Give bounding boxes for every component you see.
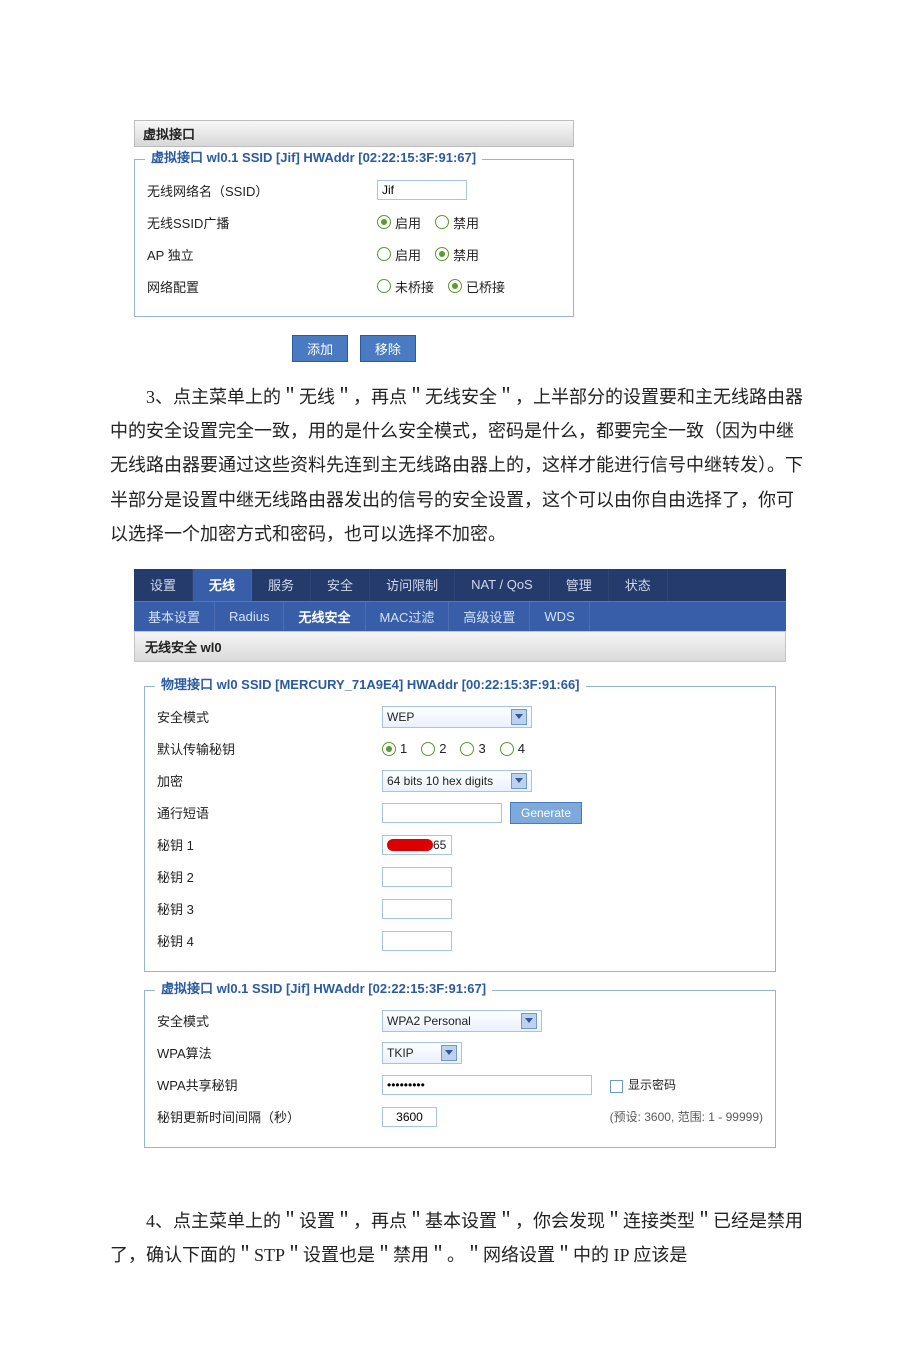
sub-tab-MAC过滤[interactable]: MAC过滤 — [366, 602, 450, 631]
key4-radio[interactable]: 4 — [500, 741, 525, 756]
add-button[interactable]: 添加 — [292, 335, 348, 362]
netcfg-label: 网络配置 — [147, 277, 377, 296]
generate-button[interactable]: Generate — [510, 802, 582, 824]
chevron-down-icon — [521, 1013, 537, 1029]
ssid-label: 无线网络名（SSID） — [147, 181, 377, 200]
wpa-algo-value: TKIP — [387, 1046, 414, 1060]
broadcast-label: 无线SSID广播 — [147, 213, 377, 232]
virt-legend: 虚拟接口 wl0.1 SSID [Jif] HWAddr [02:22:15:3… — [155, 982, 492, 996]
virt-secmode-select[interactable]: WPA2 Personal — [382, 1010, 542, 1032]
show-password-checkbox[interactable]: 显示密码 — [610, 1076, 676, 1093]
key2-radio[interactable]: 2 — [421, 741, 446, 756]
phys-legend: 物理接口 wl0 SSID [MERCURY_71A9E4] HWAddr [0… — [155, 678, 586, 692]
passphrase-input[interactable] — [382, 803, 502, 823]
rekey-hint: (预设: 3600, 范围: 1 - 99999) — [610, 1108, 763, 1125]
netcfg-bridged-radio[interactable]: 已桥接 — [448, 277, 505, 296]
virt-secmode-value: WPA2 Personal — [387, 1014, 471, 1028]
virt-secmode-label: 安全模式 — [157, 1011, 382, 1030]
key3-input[interactable] — [382, 899, 452, 919]
sub-tab-WDS[interactable]: WDS — [530, 602, 589, 631]
secmode-value: WEP — [387, 710, 414, 724]
main-tab-设置[interactable]: 设置 — [134, 569, 193, 601]
wpa-algo-select[interactable]: TKIP — [382, 1042, 462, 1064]
passphrase-label: 通行短语 — [157, 803, 382, 822]
key4-label: 秘钥 4 — [157, 931, 382, 950]
apiso-enable-radio[interactable]: 启用 — [377, 245, 421, 264]
chevron-down-icon — [511, 709, 527, 725]
remove-button[interactable]: 移除 — [360, 335, 416, 362]
main-tab-访问限制[interactable]: 访问限制 — [370, 569, 455, 601]
chevron-down-icon — [511, 773, 527, 789]
main-tab-bar: 设置无线服务安全访问限制NAT / QoS管理状态 — [134, 569, 786, 601]
sub-tab-Radius[interactable]: Radius — [215, 602, 284, 631]
key1-radio[interactable]: 1 — [382, 741, 407, 756]
redacted-icon — [387, 839, 433, 851]
enable-label: 启用 — [395, 213, 421, 232]
sub-tab-无线安全[interactable]: 无线安全 — [284, 602, 365, 631]
broadcast-disable-radio[interactable]: 禁用 — [435, 213, 479, 232]
sub-tab-bar: 基本设置Radius无线安全MAC过滤高级设置WDS — [134, 601, 786, 631]
rekey-label: 秘钥更新时间间隔（秒） — [157, 1107, 382, 1126]
netcfg-unbridged-radio[interactable]: 未桥接 — [377, 277, 434, 296]
disable-label: 禁用 — [453, 213, 479, 232]
chevron-down-icon — [441, 1045, 457, 1061]
section-title: 无线安全 wl0 — [134, 631, 786, 662]
apiso-disable-radio[interactable]: 禁用 — [435, 245, 479, 264]
wpa-psk-label: WPA共享秘钥 — [157, 1075, 382, 1094]
key4-input[interactable] — [382, 931, 452, 951]
virtual-interface-panel: 虚拟接口 虚拟接口 wl0.1 SSID [Jif] HWAddr [02:22… — [134, 120, 574, 362]
key1-input[interactable]: 65 — [382, 835, 452, 855]
secmode-label: 安全模式 — [157, 707, 382, 726]
key3-radio[interactable]: 3 — [460, 741, 485, 756]
ap-isolation-label: AP 独立 — [147, 245, 377, 264]
ssid-input[interactable] — [377, 180, 467, 200]
physical-interface-fieldset: 物理接口 wl0 SSID [MERCURY_71A9E4] HWAddr [0… — [144, 686, 776, 972]
wireless-security-panel: 设置无线服务安全访问限制NAT / QoS管理状态 基本设置Radius无线安全… — [134, 569, 786, 1164]
encryption-value: 64 bits 10 hex digits — [387, 774, 493, 788]
default-key-label: 默认传输秘钥 — [157, 739, 382, 758]
key2-input[interactable] — [382, 867, 452, 887]
panel-header: 虚拟接口 — [134, 120, 574, 147]
sub-tab-高级设置[interactable]: 高级设置 — [449, 602, 530, 631]
encryption-select[interactable]: 64 bits 10 hex digits — [382, 770, 532, 792]
vif-fieldset: 虚拟接口 wl0.1 SSID [Jif] HWAddr [02:22:15:3… — [134, 159, 574, 317]
virtual-interface-security-fieldset: 虚拟接口 wl0.1 SSID [Jif] HWAddr [02:22:15:3… — [144, 990, 776, 1148]
sub-tab-基本设置[interactable]: 基本设置 — [134, 602, 215, 631]
encryption-label: 加密 — [157, 771, 382, 790]
key1-label: 秘钥 1 — [157, 835, 382, 854]
rekey-input[interactable] — [382, 1107, 437, 1127]
instruction-step-4: 4、点主菜单上的＂设置＂，再点＂基本设置＂，你会发现＂连接类型＂已经是禁用了，确… — [110, 1204, 810, 1272]
main-tab-无线[interactable]: 无线 — [193, 569, 252, 601]
vif-legend: 虚拟接口 wl0.1 SSID [Jif] HWAddr [02:22:15:3… — [145, 151, 482, 165]
key3-label: 秘钥 3 — [157, 899, 382, 918]
wpa-algo-label: WPA算法 — [157, 1043, 382, 1062]
main-tab-安全[interactable]: 安全 — [311, 569, 370, 601]
instruction-step-3: 3、点主菜单上的＂无线＂，再点＂无线安全＂，上半部分的设置要和主无线路由器中的安… — [110, 380, 810, 551]
broadcast-enable-radio[interactable]: 启用 — [377, 213, 421, 232]
main-tab-服务[interactable]: 服务 — [252, 569, 311, 601]
key2-label: 秘钥 2 — [157, 867, 382, 886]
main-tab-状态[interactable]: 状态 — [609, 569, 668, 601]
main-tab-管理[interactable]: 管理 — [550, 569, 609, 601]
main-tab-NAT / QoS[interactable]: NAT / QoS — [455, 569, 550, 601]
secmode-select[interactable]: WEP — [382, 706, 532, 728]
wpa-psk-input[interactable] — [382, 1075, 592, 1095]
